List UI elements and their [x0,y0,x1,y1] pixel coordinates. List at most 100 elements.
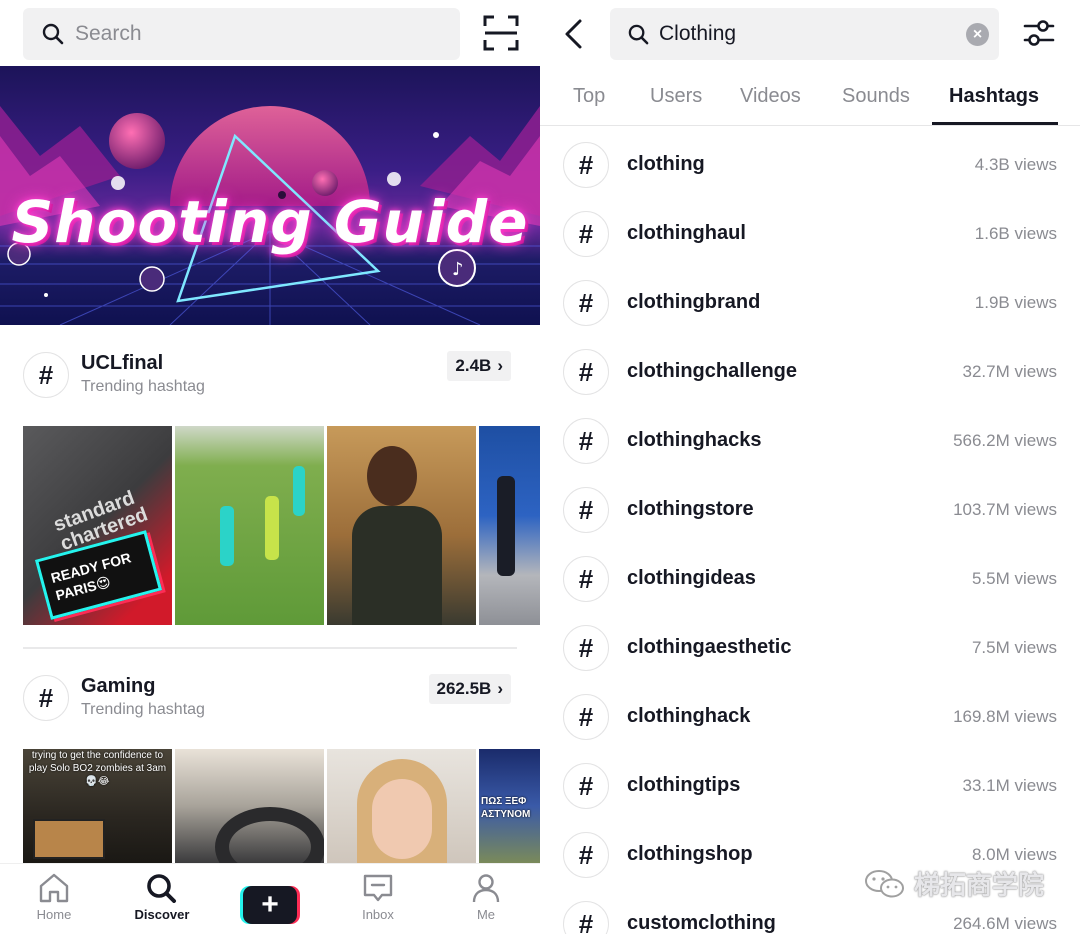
tab-users[interactable]: Users [650,85,702,108]
hashtag-subtitle: Trending hashtag [81,378,205,395]
hashtag-views: 7.5M views [971,638,1057,657]
clear-search-icon[interactable]: × [966,23,989,46]
hashtag-result-row[interactable]: # clothingchallenge 32.7M views [563,349,1057,399]
player-figure [265,496,279,560]
hashtag-icon: # [23,675,69,721]
watermark: 梯拓商学院 [864,865,1044,902]
video-thumbnail-strip: trying to get the confidence to play Sol… [23,749,540,863]
hashtag-result-row[interactable]: # clothing 4.3B views [563,142,1057,192]
search-input[interactable]: Clothing × [610,8,999,60]
tab-hashtags[interactable]: Hashtags [949,85,1039,108]
hashtag-views: 8.0M views [971,845,1057,864]
tab-create[interactable]: + [216,864,324,934]
hashtag-name: clothingideas [627,567,756,589]
hashtag-views: 566.2M views [953,431,1057,450]
hashtag-section-header[interactable]: # UCLfinal Trending hashtag 2.4B › [23,351,517,402]
player-figure [220,506,234,566]
hashtag-icon: # [563,901,609,934]
hashtag-icon: # [563,418,609,464]
hashtag-views: 32.7M views [962,362,1057,381]
hashtag-views: 4.3B views [974,155,1057,174]
svg-text:♪: ♪ [452,259,464,280]
home-icon [39,873,69,903]
search-query: Clothing [659,22,737,45]
tab-inbox[interactable]: Inbox [324,864,432,934]
tab-sounds[interactable]: Sounds [842,85,910,108]
hashtag-icon: # [563,763,609,809]
hashtag-count-button[interactable]: 2.4B › [447,351,511,381]
video-thumbnail[interactable]: ΠΩΣ ΞΕΦ ΑΣΤΥΝΟΜ [479,749,540,863]
hashtag-result-row[interactable]: # clothinghack 169.8M views [563,694,1057,744]
hashtag-views: 1.9B views [974,293,1057,312]
tab-videos[interactable]: Videos [740,85,801,108]
search-placeholder: Search [75,22,142,45]
steering-wheel [215,807,324,863]
hashtag-result-row[interactable]: # clothingideas 5.5M views [563,556,1057,606]
hashtag-name: clothingbrand [627,291,761,313]
hashtag-views: 264.6M views [953,914,1057,933]
tab-discover[interactable]: Discover [108,864,216,934]
hashtag-name: customclothing [627,912,776,934]
hashtag-icon: # [563,487,609,533]
hashtag-result-row[interactable]: # clothinghacks 566.2M views [563,418,1057,468]
search-input[interactable]: Search [23,8,460,60]
hashtag-subtitle: Trending hashtag [81,701,205,718]
hashtag-views: 1.6B views [974,224,1057,243]
chevron-right-icon: › [497,679,503,698]
discover-screen: Search ♪ Shooting Guide # UCLfinal Trend… [0,0,540,934]
person-head [367,446,417,506]
tab-home[interactable]: Home [0,864,108,934]
hashtag-icon: # [563,211,609,257]
hashtag-count-button[interactable]: 262.5B › [428,674,511,704]
hashtag-name: clothingshop [627,843,753,865]
hashtag-section-header[interactable]: # Gaming Trending hashtag 262.5B › [23,674,517,725]
video-thumbnail[interactable] [479,426,540,625]
shooting-guide-banner[interactable]: ♪ Shooting Guide [0,66,540,325]
hashtag-name: clothingstore [627,498,754,520]
player-figure [293,466,305,516]
active-tab-indicator [932,122,1058,125]
hashtag-result-row[interactable]: # clothingbrand 1.9B views [563,280,1057,330]
hashtag-icon: # [23,352,69,398]
search-tabs: Top Users Videos Sounds Hashtags [540,66,1080,126]
hashtag-result-row[interactable]: # clothinghaul 1.6B views [563,211,1057,261]
scan-icon[interactable] [482,14,520,52]
hashtag-icon: # [563,142,609,188]
hashtag-views: 103.7M views [953,500,1057,519]
search-icon [42,23,64,45]
video-thumbnail[interactable]: standard chartered READY FOR PARIS😍 [23,426,172,625]
create-button[interactable]: + [240,886,300,924]
hashtag-name: clothing [627,153,705,175]
search-icon [147,874,176,903]
hashtag-name: clothinghack [627,705,751,727]
chevron-right-icon: › [497,356,503,375]
person-figure [497,476,515,576]
filter-icon[interactable] [1022,16,1056,50]
hashtag-count: 2.4B [455,356,492,375]
hashtag-result-row[interactable]: # clothingtips 33.1M views [563,763,1057,813]
video-thumbnail[interactable] [175,749,324,863]
tab-me[interactable]: Me [432,864,540,934]
tab-top[interactable]: Top [573,85,605,108]
hashtag-name: clothingaesthetic [627,636,792,658]
video-thumbnail[interactable] [175,426,324,625]
video-thumbnail[interactable]: trying to get the confidence to play Sol… [23,749,172,863]
hashtag-name: UCLfinal [81,352,164,374]
hashtag-name: clothinghacks [627,429,762,451]
video-thumbnail[interactable] [327,749,476,863]
back-arrow-icon[interactable] [560,18,590,50]
hashtag-name: clothinghaul [627,222,746,244]
screen: Search ♪ Shooting Guide # UCLfinal Trend… [0,0,1080,934]
hashtag-result-row[interactable]: # clothingstore 103.7M views [563,487,1057,537]
hashtag-result-row[interactable]: # clothingaesthetic 7.5M views [563,625,1057,675]
hashtag-result-row[interactable]: # customclothing 264.6M views [563,901,1057,934]
search-icon [628,24,649,44]
hashtag-icon: # [563,625,609,671]
hashtag-name: Gaming [81,675,156,697]
hashtag-icon: # [563,832,609,878]
wechat-icon [865,869,904,897]
banner-title: Shooting Guide [11,188,529,256]
video-thumbnail[interactable] [327,426,476,625]
section-divider [23,647,517,649]
tab-label: Home [36,907,72,922]
